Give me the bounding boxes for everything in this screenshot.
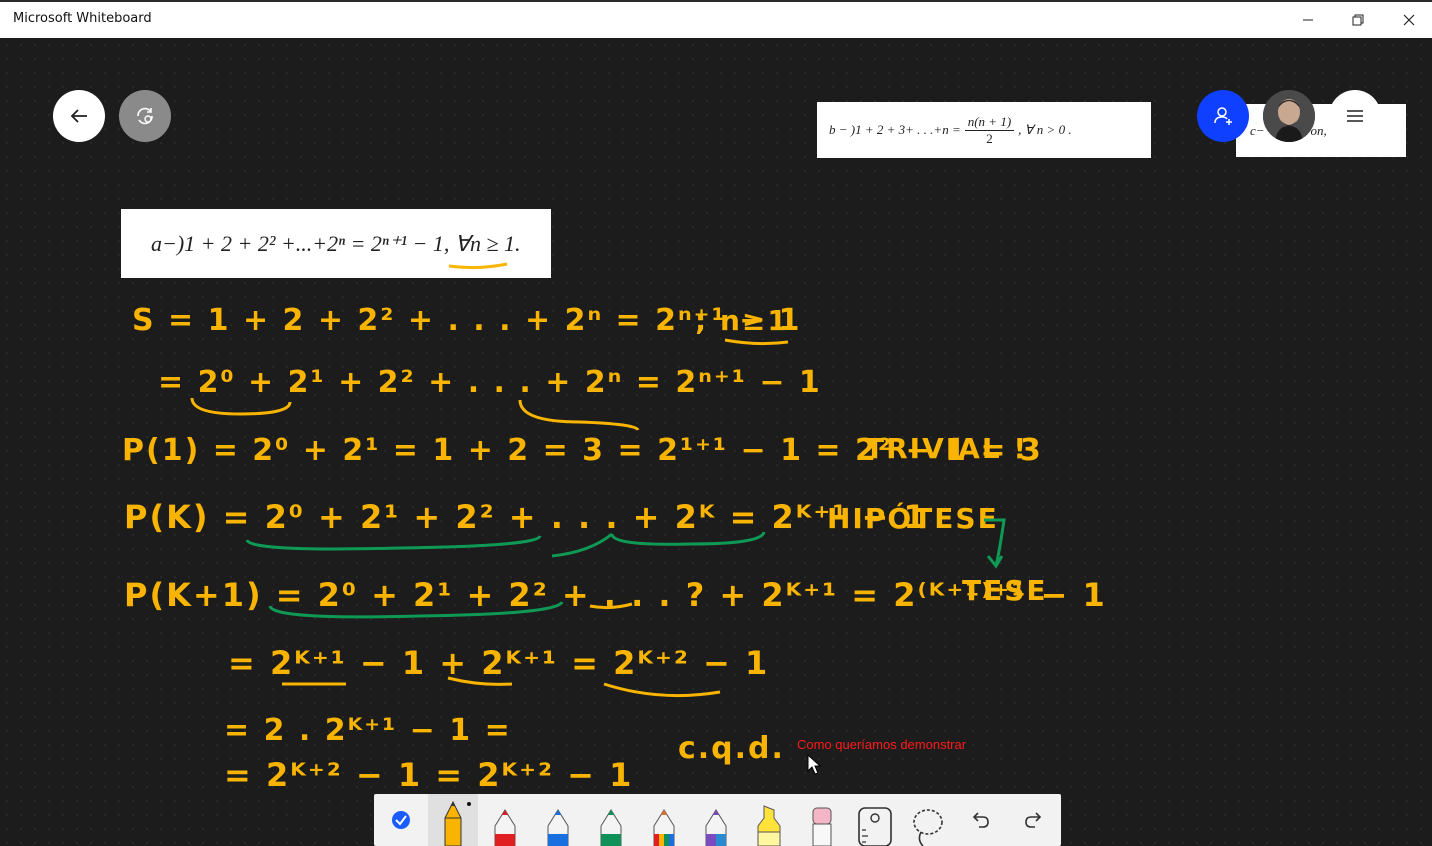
pencil-tool[interactable] [428,794,478,846]
pen-blue-tool[interactable] [533,794,583,846]
red-text-note[interactable]: Como queríamos demonstrar [797,737,966,752]
pen-red-tool[interactable] [480,794,530,846]
pen-green-tool[interactable] [586,794,636,846]
ink-line-1-condition: ; n≥1 [695,304,789,337]
ink-line-6: = 2ᴷ⁺¹ − 1 + 2ᴷ⁺¹ = 2ᴷ⁺² − 1 [228,644,769,682]
mouse-cursor-icon [807,754,822,775]
pen-icon [653,809,675,846]
ink-line-7: = 2 . 2ᴷ⁺¹ − 1 = [224,713,512,748]
eraser-icon [812,807,832,846]
lasso-tool[interactable] [903,794,953,846]
select-tool[interactable] [376,794,426,846]
ruler-tool[interactable] [850,794,900,846]
ruler-icon [858,807,892,846]
handwritten-ink-layer: S = 1 + 2 + 2² + . . . + 2ⁿ = 2ⁿ⁺¹ − 1 ;… [122,303,1105,794]
ink-line-3-tag: TRIVIAL ! [865,432,1028,465]
ink-line-4-tag: HIPÓTESE [827,501,999,535]
ink-cqd: c.q.d. [678,731,785,766]
ink-toolbar [374,794,1061,846]
ink-line-8: = 2ᴷ⁺² − 1 = 2ᴷ⁺² − 1 [224,756,633,794]
ink-line-5-tag: TESE [962,574,1048,607]
checkmark-icon [392,811,410,829]
eraser-tool[interactable] [797,794,847,846]
highlighter-icon [757,805,781,846]
undo-button[interactable] [956,794,1006,846]
redo-button[interactable] [1008,794,1058,846]
ink-line-2: = 2⁰ + 2¹ + 2² + . . . + 2ⁿ = 2ⁿ⁺¹ − 1 [158,365,822,400]
pencil-icon [444,800,471,846]
pen-icon [705,809,727,846]
pen-icon [547,809,569,846]
redo-icon [1025,812,1042,828]
pen-rainbow-tool[interactable] [639,794,689,846]
undo-icon [972,812,989,828]
highlighter-tool[interactable] [744,794,794,846]
pen-icon [494,809,516,846]
pen-icon [600,809,622,846]
ink-line-4: P(K) = 2⁰ + 2¹ + 2² + . . . + 2ᴷ = 2ᴷ⁺¹ … [124,498,928,536]
pen-galaxy-tool[interactable] [691,794,741,846]
lasso-icon [913,809,943,846]
